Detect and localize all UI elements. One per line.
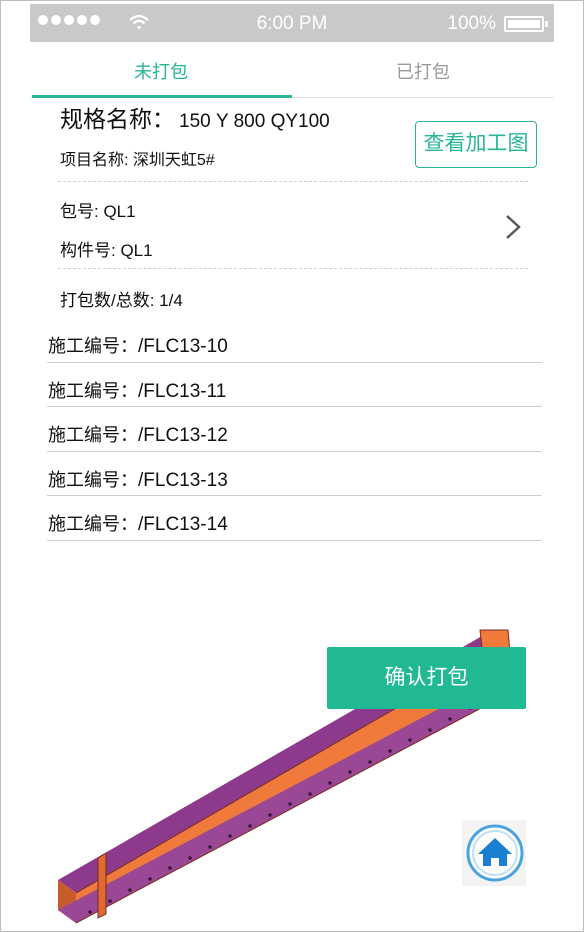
divider [58, 268, 528, 269]
list-item[interactable]: 施工编号：/FLC13-10 [47, 318, 542, 363]
confirm-pack-button[interactable]: 确认打包 [327, 647, 526, 709]
tab-bar: 未打包 已打包 [30, 50, 554, 98]
spec-line: 规格名称： 150 Y 800 QY100 [60, 100, 330, 134]
item-label: 施工编号： [48, 380, 138, 401]
item-label: 施工编号： [48, 514, 138, 534]
item-value: /FLC13-13 [138, 469, 228, 491]
home-button[interactable] [462, 820, 526, 886]
item-label: 施工编号： [48, 425, 138, 445]
item-value: /FLC13-11 [138, 380, 227, 402]
component-line: 构件号: QL1 [60, 236, 153, 261]
spec-label: 规格名称： [60, 106, 175, 132]
item-value: /FLC13-14 [138, 514, 228, 535]
project-value: 深圳天虹5# [132, 152, 215, 169]
construction-list: 施工编号：/FLC13-10 施工编号：/FLC13-11 施工编号：/FLC1… [47, 318, 542, 541]
tab-unpacked[interactable]: 未打包 [30, 50, 292, 98]
pack-count-line: 打包数/总数: 1/4 [60, 286, 183, 311]
spec-value: 150 Y 800 QY100 [179, 111, 330, 132]
chevron-right-icon[interactable] [502, 213, 524, 241]
battery-percent: 100% [447, 13, 496, 34]
divider [58, 181, 528, 182]
list-item[interactable]: 施工编号：/FLC13-13 [47, 452, 542, 496]
package-label: 包号: [60, 202, 104, 221]
view-drawing-button[interactable]: 查看加工图 [415, 121, 537, 168]
status-bar: 6:00 PM 100% [30, 4, 554, 42]
item-label: 施工编号： [48, 469, 138, 490]
project-line: 项目名称: 深圳天虹5# [60, 146, 215, 170]
package-value: QL1 [103, 202, 136, 221]
battery-icon [504, 16, 548, 32]
home-icon [466, 824, 524, 882]
pack-count-label: 打包数/总数: [60, 291, 160, 310]
list-item[interactable]: 施工编号：/FLC13-14 [47, 496, 542, 541]
project-label: 项目名称: [60, 152, 133, 169]
item-value: /FLC13-12 [138, 425, 228, 446]
list-item[interactable]: 施工编号：/FLC13-12 [47, 407, 542, 452]
component-label: 构件号: [60, 241, 121, 260]
list-item[interactable]: 施工编号：/FLC13-11 [47, 363, 542, 407]
package-line: 包号: QL1 [60, 197, 136, 222]
pack-count-value: 1/4 [159, 291, 183, 310]
tab-packed[interactable]: 已打包 [292, 50, 554, 97]
item-value: /FLC13-10 [138, 336, 228, 357]
component-value: QL1 [120, 241, 153, 260]
item-label: 施工编号： [48, 336, 138, 356]
